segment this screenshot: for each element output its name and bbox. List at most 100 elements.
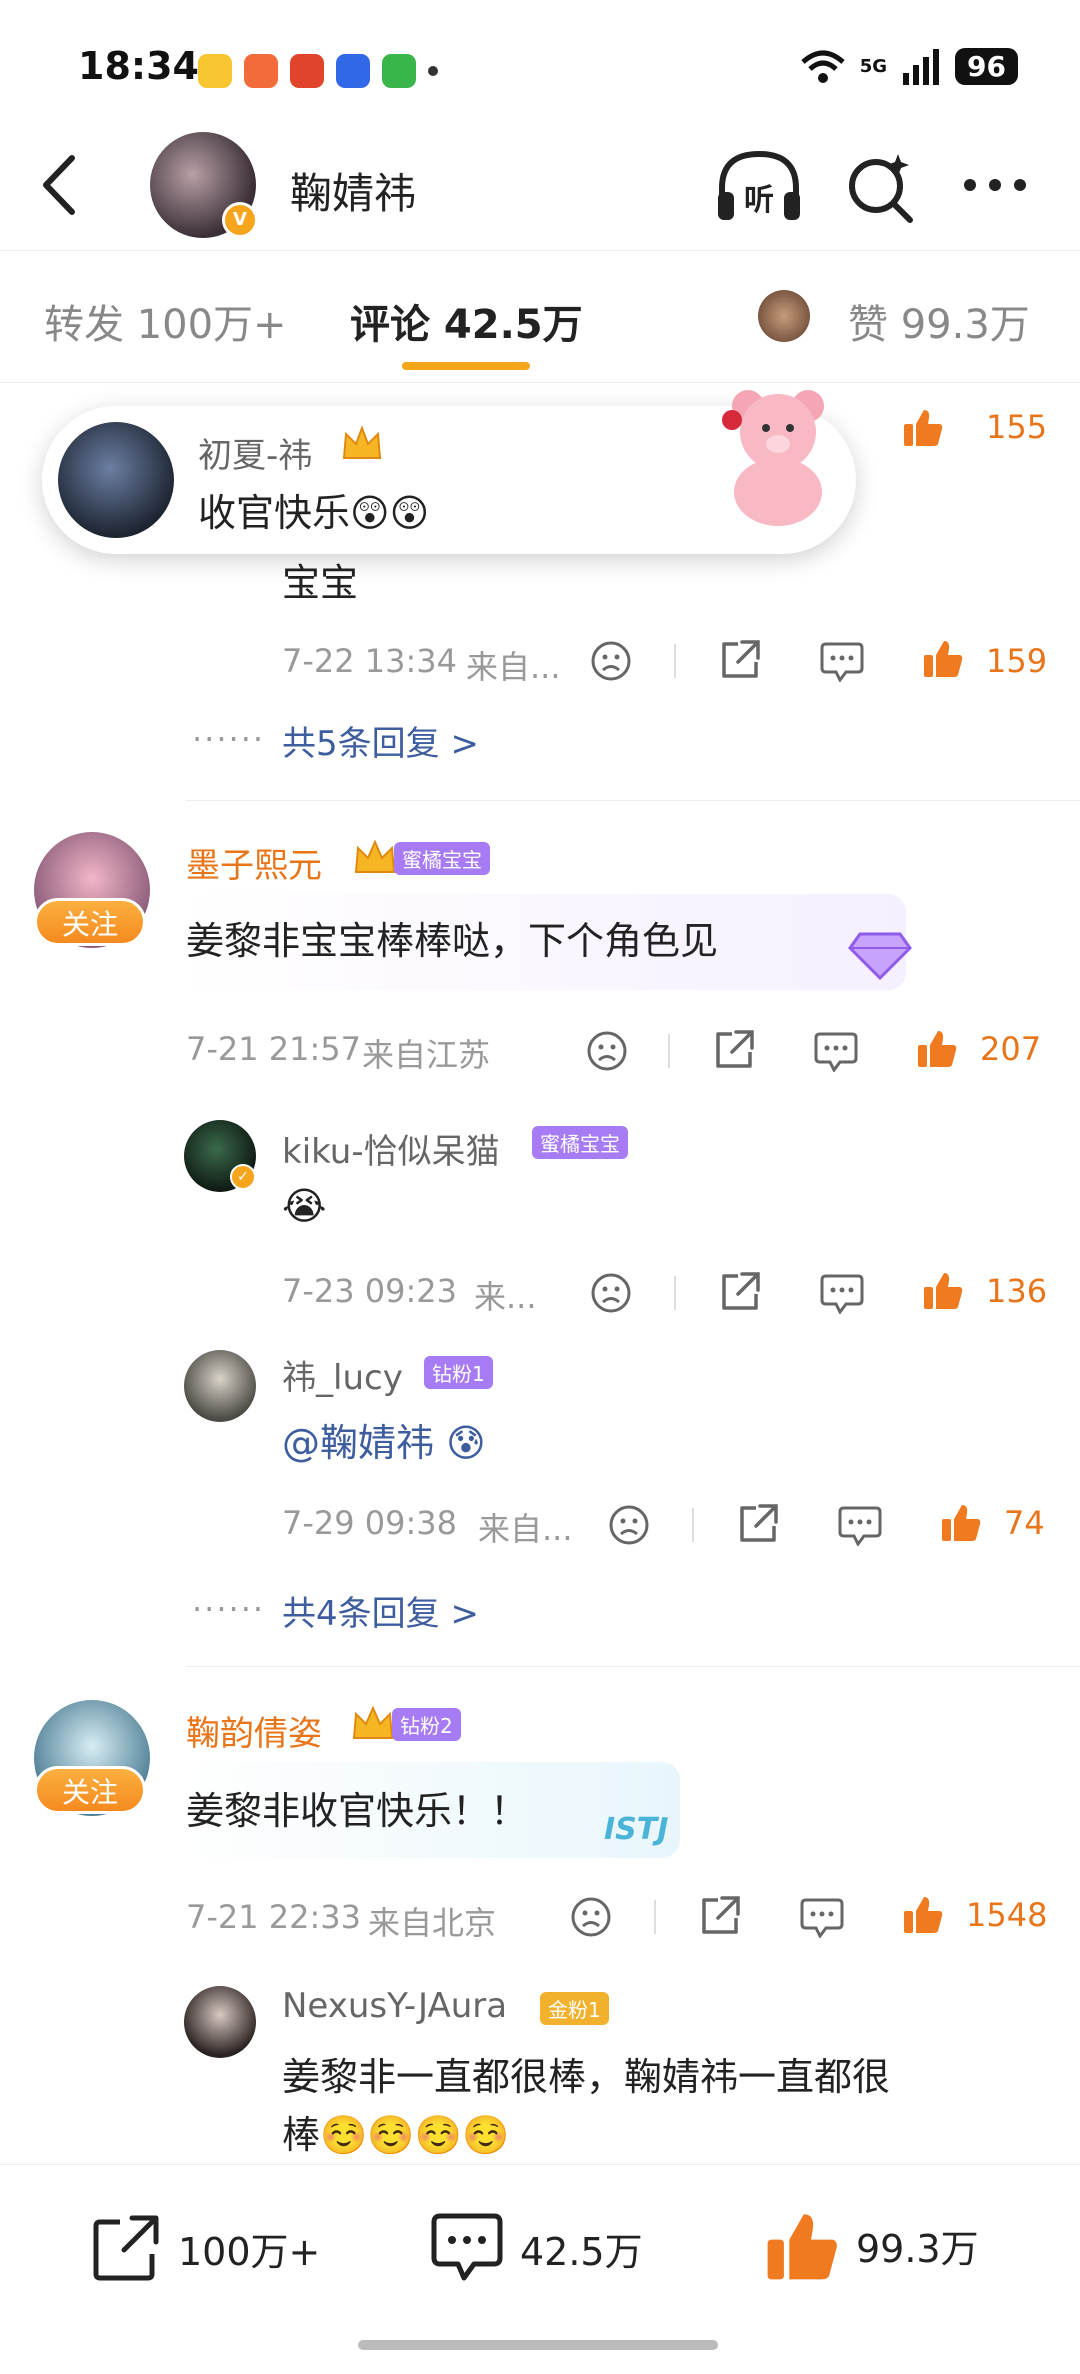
reply-text: 姜黎非一直都很棒，鞠婧祎一直都很 xyxy=(282,2055,891,2099)
istj-sticker: ISTJ xyxy=(604,1812,669,1847)
follow-button[interactable]: 关注 xyxy=(34,898,146,946)
comment-bubble-icon xyxy=(431,2213,503,2281)
like-count: 74 xyxy=(1004,1504,1045,1542)
notification-app-icon xyxy=(336,54,370,88)
comment-source: 来自江苏 xyxy=(362,1036,491,1074)
separator xyxy=(674,1276,676,1310)
fan-badge-label: 蜜橘宝宝 xyxy=(532,1126,628,1159)
share-icon[interactable] xyxy=(718,1270,762,1314)
comment-text: 姜黎非收官快乐！！ xyxy=(186,1789,529,1833)
fan-badge: 钻粉1 xyxy=(424,1356,493,1389)
comment-source: 来自... xyxy=(466,648,561,686)
share-icon[interactable] xyxy=(712,1028,756,1072)
like-thumb-icon[interactable] xyxy=(902,1892,944,1936)
reply-user-avatar[interactable] xyxy=(184,1350,256,1422)
reply-source: 来... xyxy=(474,1278,537,1316)
comment-text: 宝宝 xyxy=(282,561,359,605)
share-icon[interactable] xyxy=(718,638,762,682)
active-tab-indicator xyxy=(402,362,530,370)
separator xyxy=(674,644,676,678)
status-time: 18:34 xyxy=(78,44,199,88)
reply-icon[interactable] xyxy=(814,1030,858,1072)
bottom-bar-divider xyxy=(0,2164,1080,2165)
like-thumb-icon xyxy=(767,2214,837,2280)
fan-badge: 钻粉2 xyxy=(350,1704,461,1744)
dots-separator: ······ xyxy=(192,1590,266,1628)
bottom-like-button[interactable]: 99.3万 xyxy=(764,2206,979,2284)
reply-time: 7-23 09:23 xyxy=(282,1272,458,1310)
tab-repost[interactable]: 转发 100万+ xyxy=(44,292,287,350)
tab-comment[interactable]: 评论 42.5万 xyxy=(350,292,583,350)
repost-share-icon xyxy=(93,2215,159,2281)
crown-badge-icon xyxy=(352,1705,394,1739)
reply-user-name[interactable]: 祎_lucy xyxy=(282,1350,403,1399)
more-options-icon[interactable] xyxy=(960,160,1030,210)
reply-text-mention[interactable]: @鞠婧祎 😰 xyxy=(282,1412,486,1467)
listen-headphones-icon[interactable]: 听 xyxy=(714,148,804,224)
comment-divider xyxy=(186,800,1080,801)
author-name[interactable]: 鞠婧祎 xyxy=(290,160,416,221)
fan-badge: 蜜橘宝宝 xyxy=(352,838,490,878)
bottom-comment-button[interactable]: 42.5万 xyxy=(430,2210,643,2286)
notification-app-icon xyxy=(198,54,232,88)
like-count: 155 xyxy=(986,408,1048,446)
reply-time: 7-29 09:38 xyxy=(282,1504,458,1542)
dislike-face-icon[interactable] xyxy=(590,640,632,682)
like-count: 136 xyxy=(986,1272,1048,1310)
comment-time: 7-21 22:33 xyxy=(186,1898,362,1936)
dots-separator: ······ xyxy=(192,720,266,758)
wifi-icon xyxy=(801,50,845,83)
dislike-face-icon[interactable] xyxy=(590,1272,632,1314)
tabs-divider xyxy=(0,382,1080,383)
back-arrow-icon[interactable] xyxy=(36,150,86,220)
like-thumb-icon[interactable] xyxy=(922,636,964,680)
like-count: 1548 xyxy=(966,1896,1048,1934)
reply-user-avatar[interactable] xyxy=(184,1986,256,2058)
tab-like[interactable]: 赞 99.3万 xyxy=(848,292,1030,350)
comment-text: 姜黎非宝宝棒棒哒，下个角色见 xyxy=(186,919,719,963)
view-replies-link[interactable]: 共5条回复 > xyxy=(282,716,479,765)
search-icon[interactable] xyxy=(846,148,916,224)
follow-button[interactable]: 关注 xyxy=(34,1766,146,1814)
like-thumb-icon[interactable] xyxy=(940,1500,982,1544)
like-thumb-icon[interactable] xyxy=(922,1268,964,1312)
reply-icon[interactable] xyxy=(820,1272,864,1314)
share-icon[interactable] xyxy=(736,1502,780,1546)
view-replies-link[interactable]: 共4条回复 > xyxy=(282,1586,479,1635)
comment-source: 来自北京 xyxy=(368,1904,497,1942)
toast-user-avatar xyxy=(58,422,174,538)
dislike-face-icon[interactable] xyxy=(570,1896,612,1938)
commenter-name[interactable]: 墨子熙元 xyxy=(186,838,322,887)
dislike-face-icon[interactable] xyxy=(608,1504,650,1546)
comment-divider xyxy=(186,1666,1080,1667)
fan-badge-label: 金粉1 xyxy=(540,1992,609,2025)
signal-icon xyxy=(903,48,940,85)
reply-icon[interactable] xyxy=(820,640,864,682)
toast-like-button[interactable] xyxy=(902,406,944,448)
reply-user-name[interactable]: kiku-恰似呆猫 xyxy=(282,1124,500,1173)
bottom-comment-count: 42.5万 xyxy=(520,2229,643,2274)
reply-icon[interactable] xyxy=(838,1504,882,1546)
like-thumb-icon[interactable] xyxy=(916,1026,958,1070)
crown-badge-icon xyxy=(342,425,382,459)
bottom-repost-count: 100万+ xyxy=(178,2229,321,2274)
verified-badge: V xyxy=(222,202,258,238)
like-thumb-icon xyxy=(904,410,943,446)
more-notifications-dot xyxy=(428,66,438,76)
reply-text: 棒☺️☺️☺️☺️ xyxy=(282,2113,510,2157)
reply-source: 来自... xyxy=(478,1510,573,1548)
home-indicator[interactable] xyxy=(358,2340,718,2350)
dislike-face-icon[interactable] xyxy=(586,1030,628,1072)
verified-badge: ✓ xyxy=(230,1164,256,1190)
reply-icon[interactable] xyxy=(800,1896,844,1938)
fan-badge-label: 蜜橘宝宝 xyxy=(394,841,490,875)
separator xyxy=(668,1034,670,1068)
network-label: 5G xyxy=(859,55,888,77)
commenter-name[interactable]: 鞠韵倩姿 xyxy=(186,1706,322,1755)
notification-app-icon xyxy=(382,54,416,88)
reply-user-name[interactable]: NexusY-JAura xyxy=(282,1986,507,2026)
share-icon[interactable] xyxy=(698,1894,742,1938)
bottom-repost-button[interactable]: 100万+ xyxy=(90,2212,320,2284)
separator xyxy=(692,1508,694,1542)
battery-indicator: 96 xyxy=(955,48,1018,85)
